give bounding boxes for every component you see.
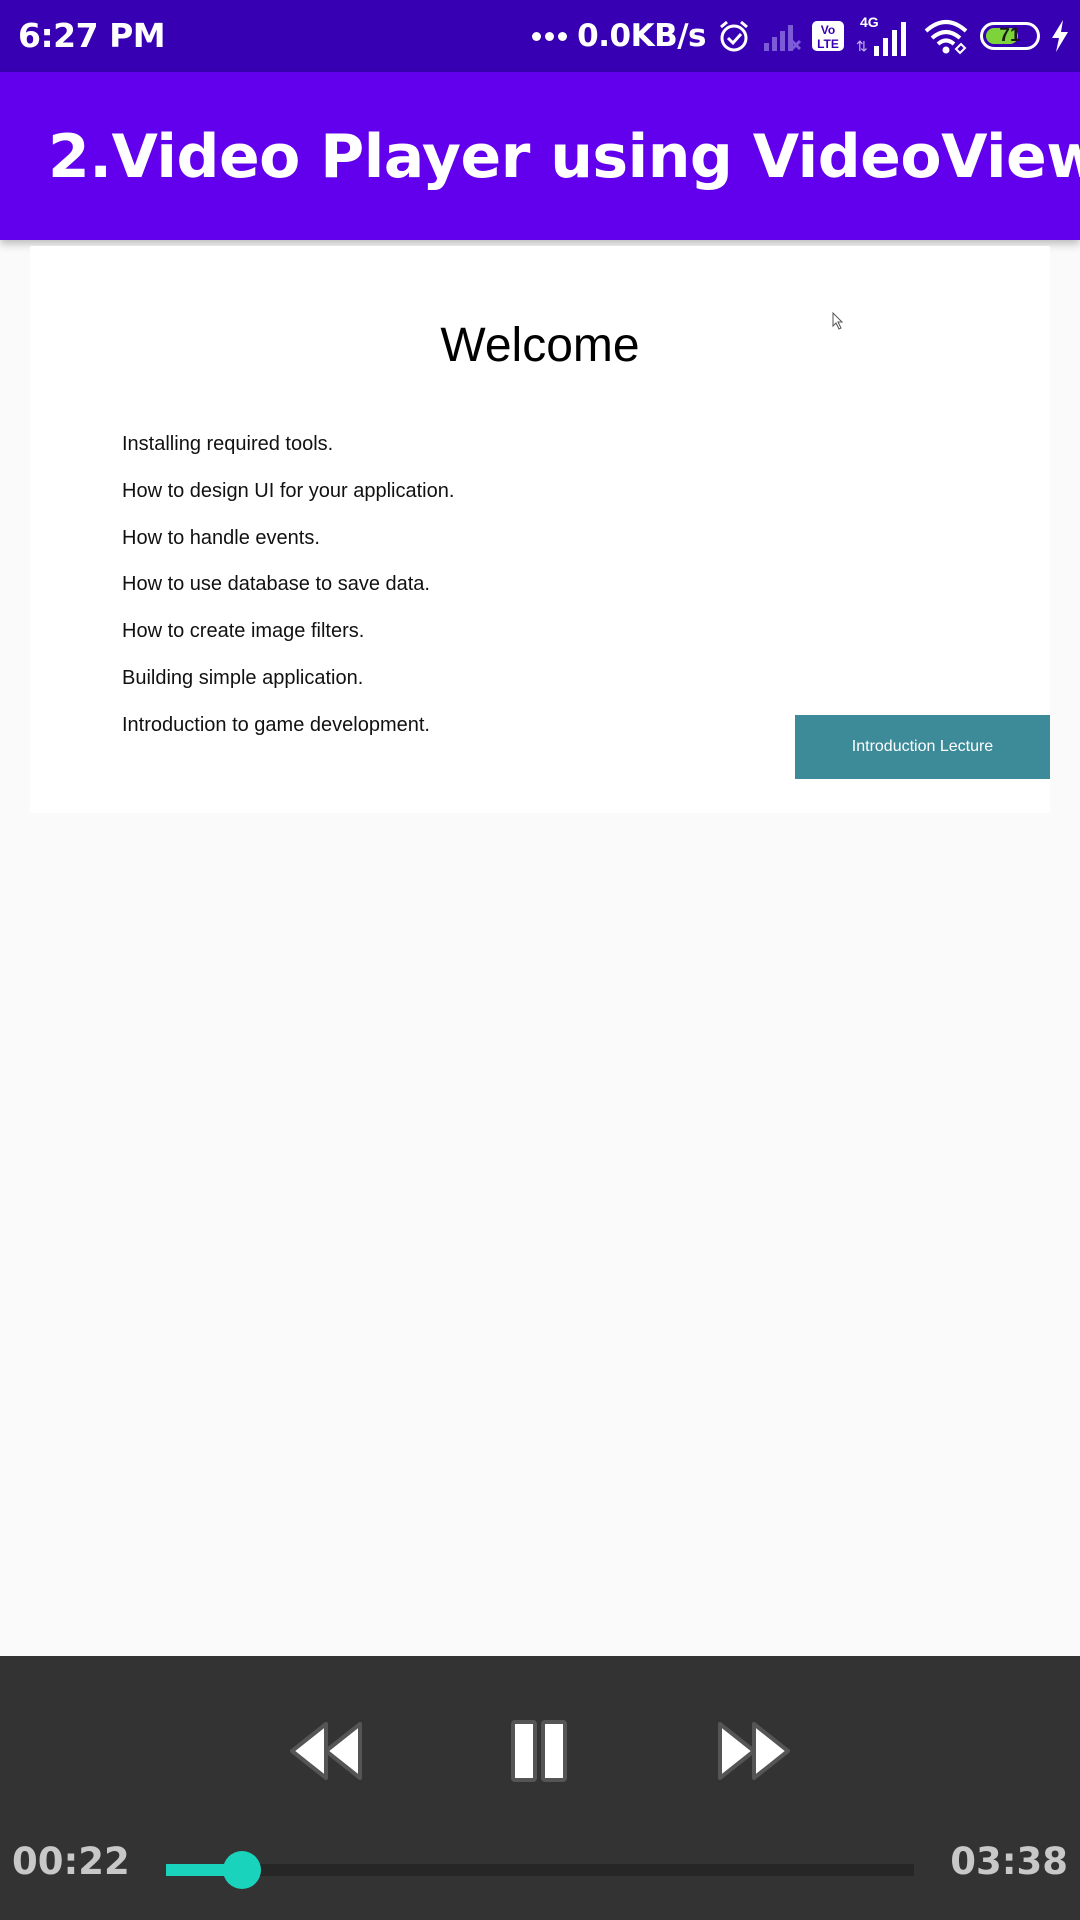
wifi-icon [924, 20, 968, 55]
slide-list-item: Building simple application. [122, 666, 364, 689]
slide-list-item: How to use database to save data. [122, 573, 430, 596]
fast-forward-button[interactable] [714, 1716, 794, 1786]
status-icons: 0.0KB/s Vo LTE 4G ⇅ 71 [522, 12, 1070, 60]
video-view[interactable]: Welcome Installing required tools. How to… [30, 246, 1050, 813]
net-speed: 0.0KB/s [577, 18, 706, 54]
slide-list-item: Introduction to game development. [122, 713, 430, 736]
no-signal-icon [764, 25, 802, 51]
seek-bar[interactable] [166, 1851, 914, 1889]
mouse-cursor-icon [832, 312, 844, 330]
pause-button[interactable] [508, 1716, 570, 1786]
slide-title: Welcome [440, 319, 640, 372]
slide-list-item: How to design UI for your application. [122, 479, 455, 502]
more-notifications-icon [532, 31, 571, 41]
charging-icon [1052, 20, 1068, 52]
slide-list-item: Installing required tools. [122, 433, 334, 455]
battery-level: 71 [999, 25, 1021, 46]
slide-list-item: How to create image filters. [122, 620, 365, 643]
status-bar: 6:27 PM 0.0KB/s Vo LTE 4G ⇅ 71 [0, 0, 1080, 72]
alarm-icon [720, 20, 748, 52]
status-time: 6:27 PM [18, 16, 166, 55]
current-time: 00:22 [12, 1840, 130, 1883]
total-time: 03:38 [950, 1840, 1068, 1883]
slide-list: Installing required tools. How to design … [122, 432, 454, 760]
seek-thumb[interactable] [222, 1851, 261, 1889]
volte-icon: Vo LTE [812, 21, 844, 51]
rewind-button[interactable] [286, 1716, 366, 1786]
battery-icon: 71 [980, 22, 1040, 50]
slide-list-item: How to handle events. [122, 526, 320, 549]
media-controls: 00:22 03:38 [0, 1656, 1080, 1920]
page-title: 2.Video Player using VideoView [48, 122, 1080, 192]
signal-4g-icon: 4G ⇅ [854, 14, 912, 58]
lecture-badge: Introduction Lecture [795, 715, 1050, 779]
app-bar: 2.Video Player using VideoView [0, 72, 1080, 240]
